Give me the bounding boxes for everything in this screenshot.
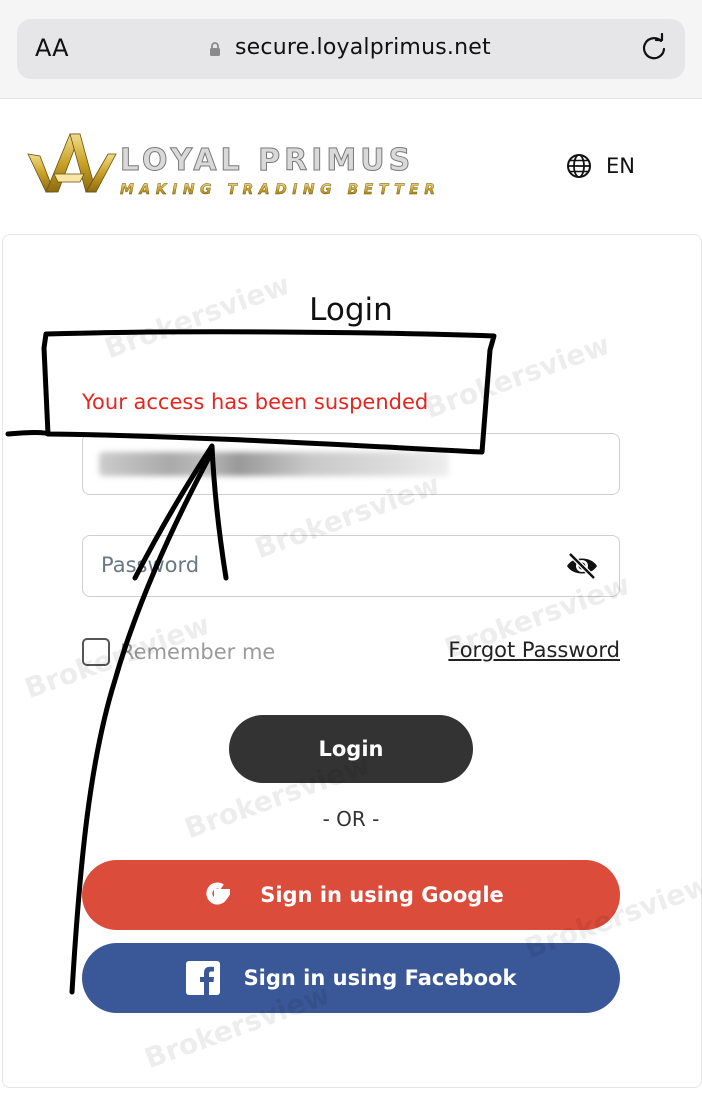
or-divider: - OR - [322,807,380,831]
facebook-signin-button[interactable]: Sign in using Facebook [82,943,620,1013]
remember-me[interactable]: Remember me [82,638,275,666]
url-text[interactable]: secure.loyalprimus.net [235,35,491,60]
brand-logo[interactable]: LOYAL PRIMUS MAKING TRADING BETTER [24,126,474,202]
lock-icon [210,42,220,56]
facebook-icon [185,961,220,995]
svg-text:MAKING TRADING BETTER: MAKING TRADING BETTER [120,182,440,198]
language-selector[interactable]: EN [566,151,635,181]
forgot-password-link[interactable]: Forgot Password [448,638,620,662]
facebook-label: Sign in using Facebook [243,966,517,990]
remember-label: Remember me [120,640,276,664]
reload-icon[interactable] [639,33,669,63]
email-field[interactable] [82,433,620,495]
login-button[interactable]: Login [229,715,473,783]
text-size-button[interactable]: AA [35,34,69,62]
password-field[interactable]: Password [82,535,620,597]
address-bar[interactable]: AA secure.loyalprimus.net [17,19,685,79]
svg-text:LOYAL PRIMUS: LOYAL PRIMUS [120,143,414,178]
google-icon [206,882,231,905]
error-message: Your access has been suspended [82,390,429,414]
eye-slash-icon[interactable] [565,551,599,581]
google-signin-button[interactable]: Sign in using Google [82,860,620,930]
globe-icon [567,154,591,178]
browser-top-bar: AA secure.loyalprimus.net [0,0,702,99]
remember-checkbox[interactable] [82,638,110,666]
password-placeholder: Password [101,553,200,577]
language-label: EN [606,154,635,178]
page-title: Login [309,292,393,328]
google-label: Sign in using Google [260,883,504,907]
blurred-email-value [99,452,449,476]
